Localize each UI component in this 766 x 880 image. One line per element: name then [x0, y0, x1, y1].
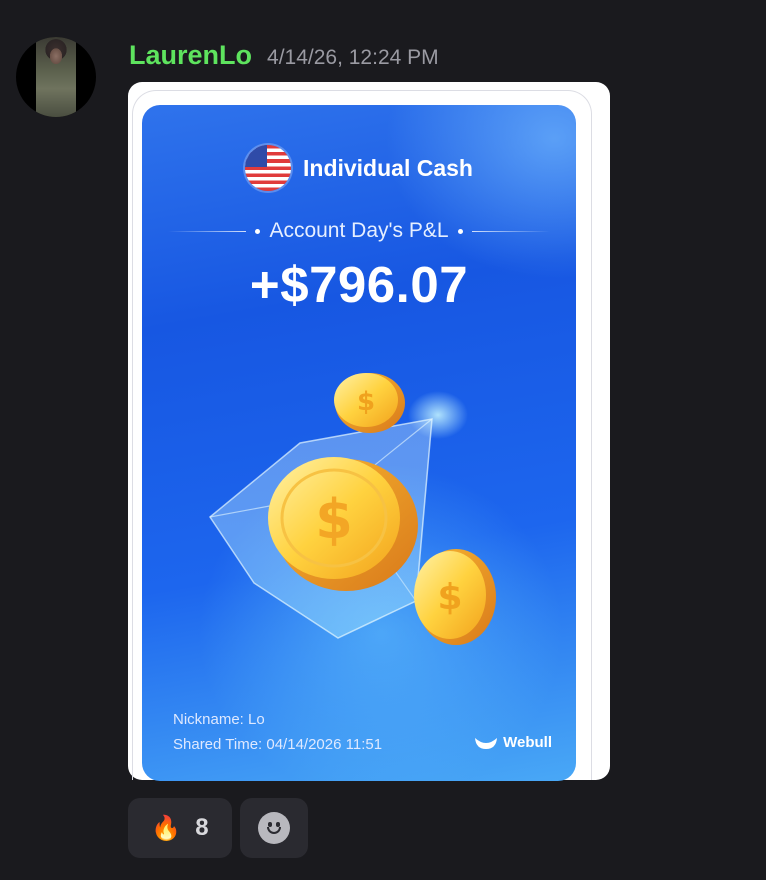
us-flag-icon: [245, 145, 291, 191]
image-attachment[interactable]: Individual Cash Account Day's P&L +$796.…: [128, 82, 610, 781]
message-header: LaurenLo 4/14/26, 12:24 PM: [129, 40, 439, 74]
divider-line: [168, 230, 247, 232]
chat-message: LaurenLo 4/14/26, 12:24 PM Individual Ca…: [0, 0, 766, 880]
fire-icon: 🔥: [151, 814, 182, 842]
reaction-fire[interactable]: 🔥 8: [128, 798, 232, 858]
reaction-bar: 🔥 8: [128, 798, 308, 858]
reaction-count: 8: [195, 814, 209, 841]
avatar-photo: [36, 37, 76, 117]
add-reaction-icon: [258, 812, 290, 844]
card-subtitle: Account Day's P&L: [142, 219, 576, 243]
webull-logo-icon: [475, 737, 498, 749]
account-name: Individual Cash: [303, 154, 473, 181]
divider-line: [471, 230, 550, 232]
svg-text:$: $: [437, 577, 462, 618]
username[interactable]: LaurenLo: [129, 40, 252, 71]
coins-cube-illustration: $ $ $: [208, 373, 496, 645]
pnl-share-card: Individual Cash Account Day's P&L +$796.…: [142, 105, 576, 781]
brand-name: Webull: [503, 734, 552, 751]
brand-label: Webull: [474, 734, 552, 751]
timestamp: 4/14/26, 12:24 PM: [267, 46, 439, 69]
nickname-text: Nickname: Lo: [173, 711, 265, 728]
svg-text:$: $: [357, 387, 375, 417]
pnl-amount: +$796.07: [249, 256, 469, 313]
add-reaction-button[interactable]: [240, 798, 308, 858]
avatar[interactable]: [16, 37, 96, 117]
divider-dot: [255, 228, 261, 234]
shared-time-text: Shared Time: 04/14/2026 11:51: [173, 736, 383, 753]
subtitle-text: Account Day's P&L: [269, 219, 449, 242]
svg-text:$: $: [315, 488, 353, 551]
divider-dot: [457, 228, 463, 234]
card-title: Individual Cash: [142, 145, 576, 191]
